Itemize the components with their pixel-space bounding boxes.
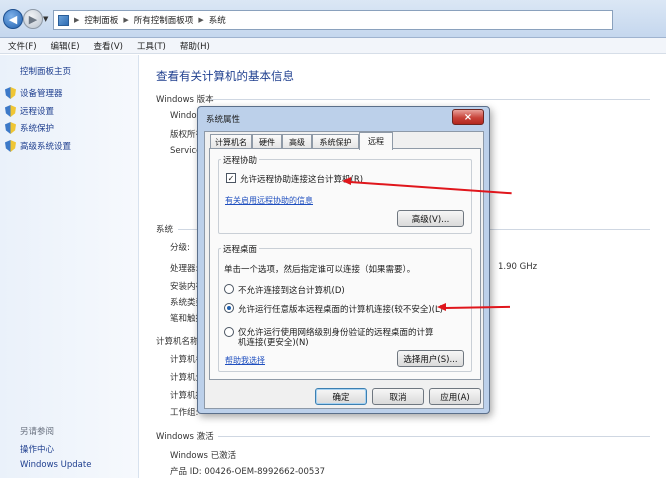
shield-icon xyxy=(5,105,16,117)
sidebar-item-label: 远程设置 xyxy=(20,107,55,117)
activation-status: Windows 已激活 xyxy=(170,451,237,461)
breadcrumb-separator-icon: ▶ xyxy=(74,16,80,24)
menu-bar: 文件(F) 编辑(E) 查看(V) 工具(T) 帮助(H) xyxy=(0,38,666,54)
apply-button[interactable]: 应用(A) xyxy=(429,388,481,405)
see-also-action-center[interactable]: 操作中心 xyxy=(20,443,54,455)
radio-disallow-connections[interactable] xyxy=(224,284,234,294)
sidebar-item-label: 系统保护 xyxy=(20,124,55,134)
radio-disallow-label[interactable]: 不允许连接到这台计算机(D) xyxy=(238,284,345,296)
menu-help[interactable]: 帮助(H) xyxy=(180,40,210,52)
breadcrumb-all-items[interactable]: 所有控制面板项 xyxy=(134,14,194,26)
shield-icon xyxy=(5,87,16,99)
tab-advanced[interactable]: 高级 xyxy=(282,134,312,149)
annotation-arrow-head xyxy=(437,303,446,311)
tab-hardware[interactable]: 硬件 xyxy=(252,134,282,149)
cancel-button[interactable]: 取消 xyxy=(372,388,424,405)
advanced-button[interactable]: 高级(V)... xyxy=(397,210,464,227)
allow-remote-assistance-checkbox[interactable]: ✓ xyxy=(226,173,236,183)
close-icon[interactable]: × xyxy=(452,109,484,125)
select-users-button[interactable]: 选择用户(S)... xyxy=(397,350,464,367)
ok-button[interactable]: 确定 xyxy=(315,388,367,405)
radio-allow-any-version[interactable] xyxy=(224,303,234,313)
menu-file[interactable]: 文件(F) xyxy=(8,40,37,52)
shield-icon xyxy=(5,140,16,152)
sidebar-item-remote-settings[interactable]: 远程设置 xyxy=(5,105,54,117)
see-also-windows-update[interactable]: Windows Update xyxy=(20,460,91,470)
radio-allow-nla-only[interactable] xyxy=(224,327,234,337)
menu-tools[interactable]: 工具(T) xyxy=(137,40,166,52)
history-dropdown-icon[interactable]: ▼ xyxy=(43,15,48,23)
sidebar-item-device-manager[interactable]: 设备管理器 xyxy=(5,87,63,99)
computer-name-heading: 计算机名称, xyxy=(156,337,202,347)
section-divider xyxy=(210,99,650,100)
breadcrumb-separator-icon: ▶ xyxy=(123,16,129,24)
computer-row: 工作组: xyxy=(170,408,199,418)
see-also-heading: 另请参阅 xyxy=(20,427,55,437)
breadcrumb-control-panel[interactable]: 控制面板 xyxy=(84,14,118,26)
sidebar-item-advanced-settings[interactable]: 高级系统设置 xyxy=(5,140,71,152)
address-bar[interactable]: ▶ 控制面板 ▶ 所有控制面板项 ▶ 系统 xyxy=(53,10,613,30)
system-heading: 系统 xyxy=(156,225,174,235)
tab-computer-name[interactable]: 计算机名 xyxy=(210,134,252,149)
breadcrumb-system[interactable]: 系统 xyxy=(209,14,226,26)
sidebar-item-label: 设备管理器 xyxy=(20,89,63,99)
radio-nla-label-line2[interactable]: 机连接(更安全)(N) xyxy=(238,336,309,348)
activation-heading: Windows 激活 xyxy=(156,432,214,442)
sidebar-item-system-protection[interactable]: 系统保护 xyxy=(5,122,54,134)
system-row: 处理器: xyxy=(170,264,199,274)
forward-arrow-icon[interactable]: ▶ xyxy=(23,9,43,29)
cpu-frequency: 1.90 GHz xyxy=(498,262,538,272)
remote-desktop-heading: 远程桌面 xyxy=(221,243,260,255)
breadcrumb-separator-icon: ▶ xyxy=(198,16,204,24)
tab-remote[interactable]: 远程 xyxy=(359,132,393,150)
shield-icon xyxy=(5,122,16,134)
annotation-arrow-head xyxy=(342,177,351,185)
sidebar-item-label: 高级系统设置 xyxy=(20,142,72,152)
remote-assistance-info-link[interactable]: 有关启用远程协助的信息 xyxy=(225,195,313,206)
menu-view[interactable]: 查看(V) xyxy=(94,40,123,52)
remote-desktop-instruction: 单击一个选项，然后指定谁可以连接（如果需要）。 xyxy=(224,265,416,275)
menu-edit[interactable]: 编辑(E) xyxy=(51,40,80,52)
sidebar: 控制面板主页 设备管理器 远程设置 系统保护 高级系统设置 另请参阅 操作中心 … xyxy=(0,55,139,478)
help-me-choose-link[interactable]: 帮助我选择 xyxy=(225,355,265,366)
product-id: 产品 ID: 00426-OEM-8992662-00537 xyxy=(170,467,326,477)
page-title: 查看有关计算机的基本信息 xyxy=(156,69,294,83)
tab-system-protection[interactable]: 系统保护 xyxy=(312,134,359,149)
remote-assistance-heading: 远程协助 xyxy=(221,154,260,166)
edition-heading: Windows 版本 xyxy=(156,95,214,105)
navigation-bar: ◀ ▶ ▼ ▶ 控制面板 ▶ 所有控制面板项 ▶ 系统 xyxy=(0,0,666,38)
system-row: 分级: xyxy=(170,243,190,253)
back-arrow-icon[interactable]: ◀ xyxy=(3,9,23,29)
control-panel-icon xyxy=(58,14,69,26)
dialog-title: 系统属性 xyxy=(206,115,241,125)
sidebar-home-link[interactable]: 控制面板主页 xyxy=(20,65,71,77)
radio-allow-any-label[interactable]: 允许运行任意版本远程桌面的计算机连接(较不安全)(L) xyxy=(238,303,443,315)
section-divider xyxy=(218,436,650,437)
